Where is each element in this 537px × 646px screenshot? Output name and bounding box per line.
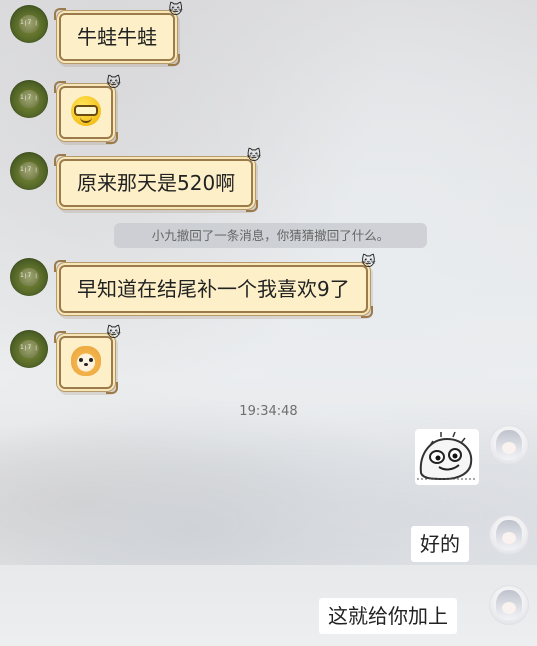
bubble-frame-ornament [54,260,66,272]
message-timestamp: 19:34:48 [239,404,298,419]
contact-avatar[interactable]: 1ꞁ7 ꞁ [10,5,48,43]
bubble-frame-ornament [106,382,118,394]
cat-ornament-icon: 🐱 [246,148,262,164]
bubble-frame-ornament [54,154,66,166]
bubble-frame-ornament [54,8,66,20]
recall-system-note: 小九撤回了一条消息，你猜猜撤回了什么。 [114,223,427,248]
bubble-frame-ornament [54,81,66,93]
sketch-doodle-sticker-icon [417,431,477,481]
message-text: 好的 [420,532,460,556]
contact-avatar[interactable]: 1ꞁ7 ꞁ [10,330,48,368]
bubble-frame-ornament [168,54,180,66]
incoming-message-bubble[interactable]: 🐱 早知道在结尾补一个我喜欢9了 [54,255,376,318]
incoming-message-bubble[interactable]: 🐱 原来那天是520啊 [54,149,261,212]
incoming-message-bubble[interactable]: 🐱 牛蛙牛蛙 [54,3,183,66]
contact-avatar[interactable]: 1ꞁ7 ꞁ [10,80,48,118]
cat-ornament-icon: 🐱 [361,254,376,270]
outgoing-message-bubble[interactable]: 好的 [411,526,469,562]
message-text: 早知道在结尾补一个我喜欢9了 [77,277,350,301]
user-avatar[interactable] [489,425,529,465]
message-text: 这就给你加上 [328,604,448,628]
cat-ornament-icon: 🐱 [106,75,121,91]
incoming-sticker-bubble[interactable]: 🐱 [54,326,121,394]
shiba-dog-sticker-icon [71,346,101,376]
message-text: 原来那天是520啊 [77,171,236,195]
incoming-sticker-bubble[interactable]: 🐱 [54,76,121,144]
user-avatar[interactable] [489,515,529,555]
outgoing-message-bubble[interactable]: 这就给你加上 [319,598,457,634]
glasses-smile-emoji-icon [71,96,101,126]
message-text: 牛蛙牛蛙 [77,25,157,49]
cat-ornament-icon: 🐱 [106,325,121,341]
cat-ornament-icon: 🐱 [168,2,183,18]
bubble-frame-ornament [360,306,373,318]
bubble-frame-ornament [54,331,66,343]
bubble-frame-ornament [246,200,259,212]
contact-avatar[interactable]: 1ꞁ7 ꞁ [10,258,48,296]
outgoing-sticker[interactable] [415,429,479,485]
bubble-frame-ornament [106,132,118,144]
user-avatar[interactable] [489,585,529,625]
contact-avatar[interactable]: 1ꞁ7 ꞁ [10,152,48,190]
